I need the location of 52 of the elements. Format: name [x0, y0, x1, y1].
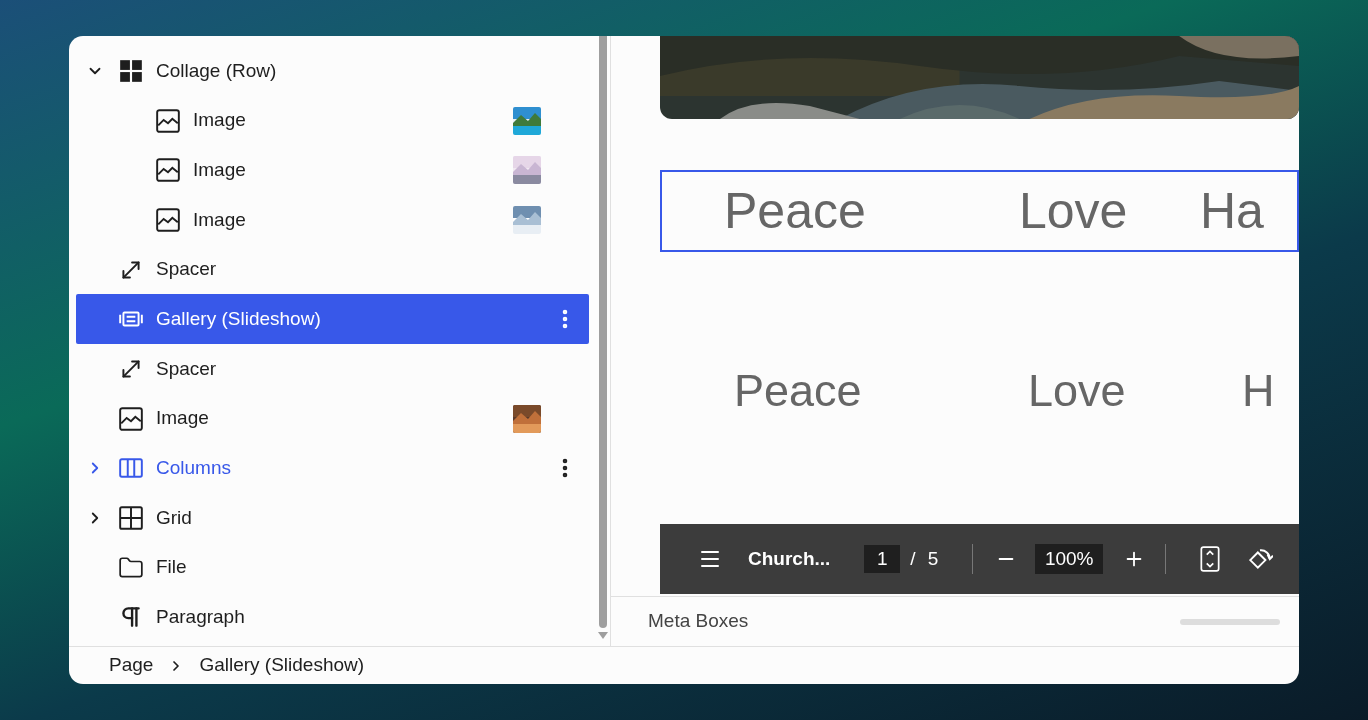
page-separator: /	[910, 546, 916, 571]
meta-boxes-label: Meta Boxes	[648, 609, 749, 634]
document-title: Church...	[748, 546, 831, 571]
block-label: Image	[193, 207, 246, 232]
list-view-row[interactable]: Gallery (Slideshow)	[76, 294, 589, 345]
list-view-row[interactable]: File	[76, 542, 589, 593]
list-view-row[interactable]: Image	[76, 393, 589, 444]
word: Love	[1019, 181, 1129, 241]
scrollbar-thumb[interactable]	[599, 36, 607, 628]
word: Peace	[724, 181, 867, 241]
zoom-field[interactable]: 100%	[1035, 544, 1104, 574]
word: Peace	[734, 364, 863, 419]
list-view-row[interactable]: Paragraph	[76, 592, 589, 643]
block-label: Image	[193, 157, 246, 182]
image-icon	[155, 206, 181, 233]
text-row[interactable]: Peace Love Ha	[660, 170, 1299, 252]
page-number-field[interactable]: 1	[864, 545, 901, 573]
block-label: Spacer	[156, 257, 217, 282]
list-view-row[interactable]: Image	[76, 145, 589, 196]
block-label: Image	[193, 108, 246, 133]
word: Love	[1028, 364, 1127, 419]
resize-handle[interactable]	[1180, 618, 1280, 625]
word: H	[1242, 364, 1275, 419]
block-label: Grid	[156, 505, 192, 530]
page-count: 5	[927, 546, 939, 571]
block-label: Image	[156, 406, 209, 431]
block-label: Paragraph	[156, 605, 245, 630]
text-row[interactable]: Peace Love H	[660, 350, 1299, 432]
list-view-row[interactable]: Image	[76, 95, 589, 146]
image-icon	[155, 107, 181, 134]
list-view-row[interactable]: Spacer	[76, 344, 589, 394]
word: Ha	[1200, 181, 1264, 241]
list-view-row[interactable]: Spacer	[76, 244, 589, 295]
list-view-row[interactable]: Columns	[76, 443, 589, 494]
list-view-row[interactable]: Collage (Row)	[76, 46, 589, 96]
list-view-row[interactable]: Image	[76, 195, 589, 245]
breadcrumb-item[interactable]: Page	[109, 651, 154, 680]
image-icon	[155, 157, 181, 184]
breadcrumb-item[interactable]: Gallery (Slideshow)	[199, 651, 365, 680]
folder-icon	[118, 554, 144, 581]
list-view-row[interactable]: Grid	[76, 493, 589, 543]
block-label: Collage (Row)	[156, 58, 277, 83]
rotate-icon[interactable]	[1247, 546, 1274, 572]
grid-icon	[118, 57, 144, 84]
scroll-down-arrow-icon[interactable]	[598, 632, 608, 640]
image-icon	[118, 405, 144, 432]
block-label: Gallery (Slideshow)	[156, 307, 321, 332]
block-label: Spacer	[156, 356, 217, 381]
grid-icon	[118, 505, 144, 532]
block-label: Columns	[156, 456, 231, 481]
block-label: File	[156, 555, 187, 580]
fit-page-icon[interactable]	[1199, 546, 1222, 572]
